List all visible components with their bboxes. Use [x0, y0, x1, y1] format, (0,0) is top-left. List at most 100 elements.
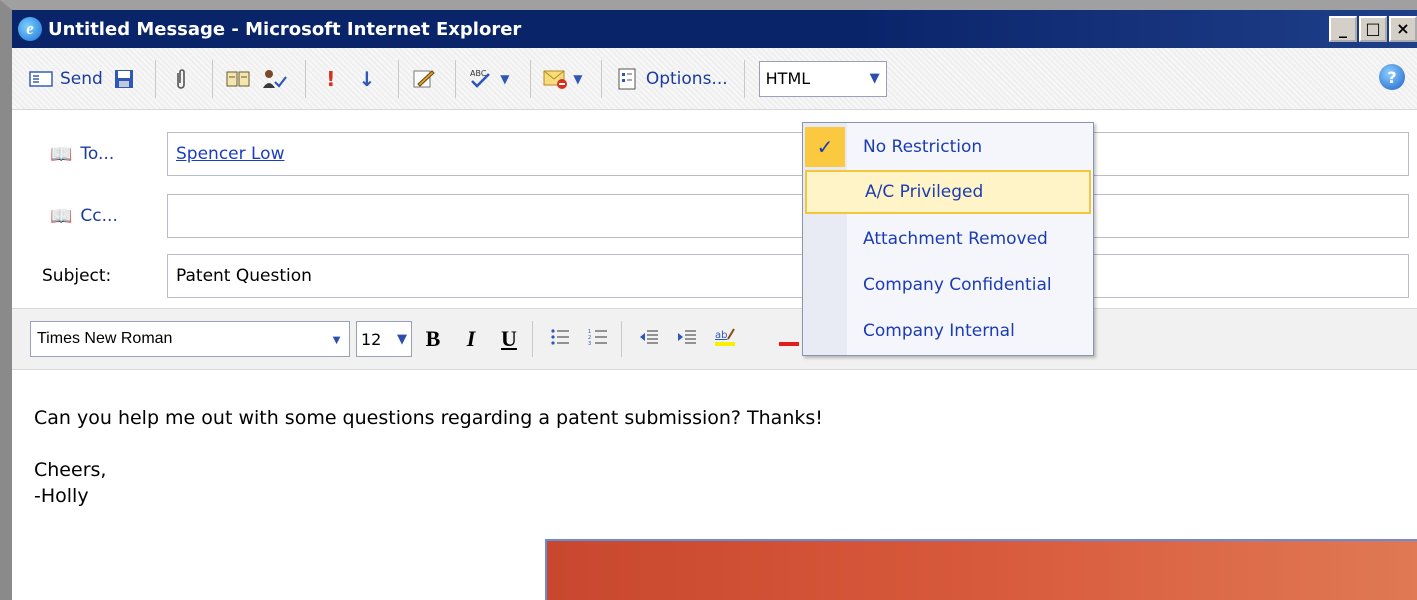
menu-item-label: Attachment Removed	[863, 229, 1048, 249]
message-header: 📖 To... Spencer Low 📖 Cc... Subject: Pat…	[12, 112, 1417, 307]
svg-text:3: 3	[588, 341, 591, 346]
toolbar-separator	[154, 59, 156, 98]
attach-button[interactable]	[166, 61, 196, 97]
toolbar-separator	[454, 59, 456, 98]
recipient-link[interactable]: Spencer Low	[176, 144, 285, 164]
send-label: Send	[60, 68, 103, 89]
font-name-value: Times New Roman	[37, 330, 173, 347]
font-color-button[interactable]	[772, 322, 806, 356]
font-color-icon	[778, 326, 800, 353]
title-bar: e Untitled Message - Microsoft Internet …	[12, 10, 1417, 48]
maximize-button[interactable]: □	[1359, 16, 1387, 42]
toolbar-separator	[397, 59, 399, 98]
save-button[interactable]	[109, 61, 139, 97]
svg-text:ABC: ABC	[470, 69, 487, 78]
window-title: Untitled Message - Microsoft Internet Ex…	[48, 18, 522, 40]
decrease-indent-icon	[639, 328, 659, 351]
chevron-down-icon: ▼	[330, 331, 343, 347]
cc-button[interactable]: 📖 Cc...	[12, 206, 167, 227]
toolbar-separator	[211, 59, 213, 98]
numbered-list-button[interactable]: 123	[581, 322, 615, 356]
send-button[interactable]: Send	[26, 61, 103, 97]
font-size-value: 12	[361, 329, 382, 349]
highlight-icon: ab	[714, 326, 736, 353]
menu-item-company-confidential[interactable]: Company Confidential	[803, 263, 1093, 307]
bold-button[interactable]: B	[416, 322, 450, 356]
toolbar-separator	[532, 321, 533, 357]
message-format-select[interactable]: HTML ▼	[758, 60, 887, 97]
menu-item-ac-privileged[interactable]: A/C Privileged	[805, 170, 1091, 214]
body-line: Cheers,	[34, 459, 107, 481]
decorative-banner	[545, 539, 1417, 600]
message-format-value: HTML	[765, 69, 811, 88]
save-icon	[109, 65, 139, 93]
body-line: Can you help me out with some questions …	[34, 407, 823, 429]
spell-check-button[interactable]: ABC ▼	[466, 61, 514, 97]
to-field[interactable]: Spencer Low	[167, 132, 1409, 176]
checkmark-icon: ✓	[805, 127, 845, 167]
toolbar-separator	[304, 59, 306, 98]
toolbar-separator	[529, 59, 531, 98]
chevron-down-icon: ▼	[869, 71, 880, 86]
underline-button[interactable]: U	[492, 322, 526, 356]
cc-field[interactable]	[167, 194, 1409, 238]
restriction-menu: ✓ No Restriction A/C Privileged Attachme…	[802, 122, 1094, 356]
subject-field[interactable]: Patent Question	[167, 254, 1409, 298]
spell-check-icon: ABC	[466, 65, 496, 93]
menu-item-attachment-removed[interactable]: Attachment Removed	[803, 217, 1093, 261]
high-importance-button[interactable]: !	[316, 61, 346, 97]
to-button[interactable]: 📖 To...	[12, 144, 167, 165]
menu-item-company-internal[interactable]: Company Internal	[803, 309, 1093, 353]
font-name-select[interactable]: Times New Roman ▼	[30, 321, 350, 357]
cc-row: 📖 Cc...	[12, 194, 1417, 238]
numbered-list-icon: 123	[588, 328, 608, 351]
subject-label: Subject:	[42, 266, 112, 286]
address-book-icon	[223, 65, 253, 93]
highlight-button[interactable]: ab	[708, 322, 742, 356]
toolbar-separator	[621, 321, 622, 357]
increase-indent-icon	[677, 328, 697, 351]
cc-label: Cc...	[80, 206, 118, 226]
address-book-button[interactable]	[223, 61, 253, 97]
attach-icon	[166, 65, 196, 93]
toolbar-separator	[600, 59, 602, 98]
restriction-button[interactable]: ▼	[541, 61, 585, 97]
chevron-down-icon[interactable]: ▼	[496, 65, 514, 93]
help-icon[interactable]: ?	[1379, 64, 1405, 90]
menu-item-no-restriction[interactable]: ✓ No Restriction	[803, 125, 1093, 169]
subject-row: Subject: Patent Question	[12, 254, 1417, 298]
signature-button[interactable]	[409, 61, 439, 97]
send-icon	[26, 65, 56, 93]
decrease-indent-button[interactable]	[632, 322, 666, 356]
menu-item-label: Company Confidential	[863, 275, 1052, 295]
options-label: Options...	[645, 68, 728, 89]
options-button[interactable]: Options...	[612, 61, 728, 97]
close-button[interactable]: ×	[1389, 16, 1417, 42]
address-book-icon: 📖	[50, 205, 73, 227]
compose-window: e Untitled Message - Microsoft Internet …	[0, 0, 1417, 600]
main-toolbar: Send ! ↓ ABC ▼ ▼ Options... HTML ▼ ?	[12, 48, 1417, 110]
chevron-down-icon: ▼	[397, 331, 407, 347]
low-importance-icon: ↓	[358, 66, 376, 91]
toolbar-separator	[743, 59, 745, 98]
increase-indent-button[interactable]	[670, 322, 704, 356]
restriction-icon	[541, 65, 571, 93]
body-line: -Holly	[34, 485, 89, 507]
to-row: 📖 To... Spencer Low	[12, 132, 1417, 176]
svg-text:ab: ab	[715, 330, 727, 341]
signature-icon	[409, 65, 439, 93]
address-book-icon: 📖	[50, 143, 73, 165]
bullet-list-button[interactable]	[543, 322, 577, 356]
menu-item-label: No Restriction	[863, 137, 983, 157]
check-names-icon	[259, 65, 289, 93]
low-importance-button[interactable]: ↓	[352, 61, 382, 97]
minimize-button[interactable]: _	[1329, 16, 1357, 42]
italic-button[interactable]: I	[454, 322, 488, 356]
menu-item-label: Company Internal	[863, 321, 1015, 341]
menu-item-label: A/C Privileged	[865, 182, 984, 202]
options-icon	[612, 65, 642, 93]
bullet-list-icon	[550, 328, 570, 351]
font-size-select[interactable]: 12 ▼	[356, 321, 412, 357]
check-names-button[interactable]	[259, 61, 289, 97]
chevron-down-icon[interactable]: ▼	[571, 65, 585, 93]
